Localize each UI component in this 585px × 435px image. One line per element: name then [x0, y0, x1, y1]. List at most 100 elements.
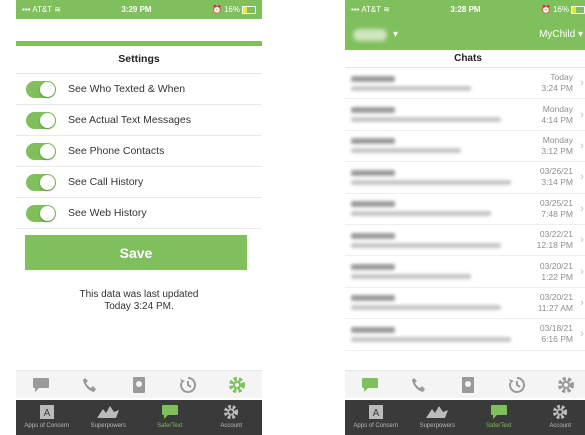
chat-bubble-icon	[161, 403, 179, 421]
chat-preview-redacted	[345, 75, 527, 91]
toggle-switch[interactable]	[26, 111, 56, 129]
chat-row[interactable]: 03/26/21 3:14 PM ›	[345, 162, 585, 194]
chat-preview-redacted	[345, 107, 527, 123]
status-bar: ▪▪▪ AT&T ≋ 3:28 PM ⏰ 16%	[345, 0, 585, 19]
chat-row[interactable]: Today 3:24 PM ›	[345, 68, 585, 100]
chats-header: ▾ MyChild ▾	[345, 19, 585, 50]
chat-row[interactable]: Monday 4:14 PM ›	[345, 99, 585, 131]
chat-row[interactable]: 03/18/21 6:16 PM ›	[345, 319, 585, 351]
chat-time: 11:27 AM	[537, 302, 573, 313]
feature-icon-bar	[345, 370, 585, 398]
chat-row[interactable]: 03/20/21 1:22 PM ›	[345, 256, 585, 288]
alarm-icon: ⏰	[541, 5, 551, 14]
toggle-row-call-history[interactable]: See Call History	[16, 167, 262, 198]
chat-day: 03/20/21	[539, 260, 573, 271]
tab-account[interactable]: Account	[201, 400, 261, 429]
toggle-switch[interactable]	[26, 80, 56, 98]
battery-indicator: ⏰ 16%	[541, 5, 585, 14]
status-bar: ▪▪▪ AT&T ≋ 3:29 PM ⏰ 16%	[16, 0, 262, 19]
page-title: Settings	[16, 46, 262, 74]
tab-apps-of-concern[interactable]: A Apps of Concern	[346, 400, 406, 429]
tab-apps-of-concern[interactable]: A Apps of Concern	[17, 400, 77, 429]
last-updated-line1: This data was last updated	[79, 289, 199, 300]
battery-text: 16%	[223, 5, 240, 14]
chat-timestamp: 03/20/21 1:22 PM	[527, 261, 573, 283]
chevron-right-icon: ›	[580, 328, 584, 341]
battery-icon	[241, 5, 256, 14]
history-icon[interactable]	[178, 375, 198, 395]
toggle-row-who-texted[interactable]: See Who Texted & When	[16, 74, 262, 105]
phone-icon[interactable]	[409, 375, 429, 395]
tab-superpowers[interactable]: Superpowers	[78, 400, 138, 429]
apps-icon: A	[368, 403, 384, 421]
battery-icon	[570, 5, 585, 14]
chat-timestamp: Monday 3:12 PM	[527, 135, 573, 157]
bottom-tab-bar: A Apps of Concern Superpowers SaferText …	[16, 400, 262, 435]
avatar	[353, 28, 387, 41]
settings-icon[interactable]	[556, 375, 576, 395]
tab-label: Apps of Concern	[353, 423, 399, 429]
toggle-row-text-messages[interactable]: See Actual Text Messages	[16, 105, 262, 136]
toggle-label: See Web History	[68, 207, 147, 219]
wifi-icon: ≋	[54, 5, 61, 14]
chat-row[interactable]: Monday 3:12 PM ›	[345, 131, 585, 163]
chat-day: Today	[550, 72, 573, 83]
chat-time: 7:48 PM	[541, 208, 573, 219]
toggle-label: See Call History	[68, 176, 144, 188]
chat-day: 03/18/21	[539, 323, 573, 334]
chat-day: 03/25/21	[539, 197, 573, 208]
chats-screen: ▪▪▪ AT&T ≋ 3:28 PM ⏰ 16% ▾ MyChild ▾ Chat…	[345, 0, 585, 435]
contacts-icon[interactable]	[458, 375, 478, 395]
chevron-right-icon: ›	[580, 202, 584, 215]
chat-row[interactable]: 03/25/21 7:48 PM ›	[345, 194, 585, 225]
tab-label: SaferText	[157, 423, 183, 429]
tab-label: SaferText	[486, 423, 512, 429]
superpowers-icon	[95, 403, 121, 421]
chevron-right-icon: ›	[580, 171, 584, 184]
chat-preview-redacted	[345, 232, 527, 248]
messages-icon[interactable]	[31, 375, 51, 395]
feature-icon-bar	[16, 370, 262, 398]
chat-day: Monday	[542, 134, 573, 145]
chat-time: 3:14 PM	[541, 177, 573, 188]
tab-account[interactable]: Account	[530, 400, 585, 429]
page-title: Chats	[345, 50, 585, 68]
phone-icon[interactable]	[80, 375, 100, 395]
chat-day: Monday	[542, 103, 573, 114]
tab-safertext[interactable]: SaferText	[140, 400, 200, 429]
chat-row[interactable]: 03/20/21 11:27 AM ›	[345, 288, 585, 320]
messages-icon[interactable]	[360, 375, 380, 395]
settings-icon[interactable]	[227, 375, 247, 395]
toggle-label: See Phone Contacts	[68, 145, 165, 157]
tab-label: Account	[549, 423, 572, 429]
tab-safertext[interactable]: SaferText	[469, 400, 529, 429]
svg-text:A: A	[372, 408, 379, 419]
chevron-right-icon: ›	[580, 234, 584, 247]
chat-preview-redacted	[345, 264, 527, 280]
signal-icon: ▪▪▪	[22, 5, 33, 14]
chat-day: 03/26/21	[539, 166, 573, 177]
contacts-icon[interactable]	[129, 375, 149, 395]
toggle-switch[interactable]	[26, 142, 56, 160]
toggle-row-web-history[interactable]: See Web History	[16, 198, 262, 229]
tab-label: Account	[220, 423, 243, 429]
chat-day: 03/22/21	[539, 229, 573, 240]
tab-label: Apps of Concern	[24, 423, 70, 429]
toggle-switch[interactable]	[26, 204, 56, 222]
superpowers-icon	[424, 403, 450, 421]
child-selector-label: MyChild	[539, 29, 576, 40]
toggle-switch[interactable]	[26, 173, 56, 191]
toggle-row-contacts[interactable]: See Phone Contacts	[16, 136, 262, 167]
save-button[interactable]: Save	[25, 235, 247, 270]
tab-superpowers[interactable]: Superpowers	[407, 400, 467, 429]
chat-row[interactable]: 03/22/21 12:18 PM ›	[345, 225, 585, 257]
toggle-label: See Who Texted & When	[68, 83, 186, 95]
gear-icon	[223, 403, 239, 421]
child-selector[interactable]: MyChild ▾	[539, 29, 583, 40]
last-updated-text: This data was last updated Today 3:24 PM…	[16, 289, 262, 313]
history-icon[interactable]	[507, 375, 527, 395]
signal-icon: ▪▪▪	[351, 5, 362, 14]
chat-preview-redacted	[345, 295, 527, 311]
account-switcher[interactable]: ▾	[353, 28, 398, 41]
chat-preview-redacted	[345, 138, 527, 154]
